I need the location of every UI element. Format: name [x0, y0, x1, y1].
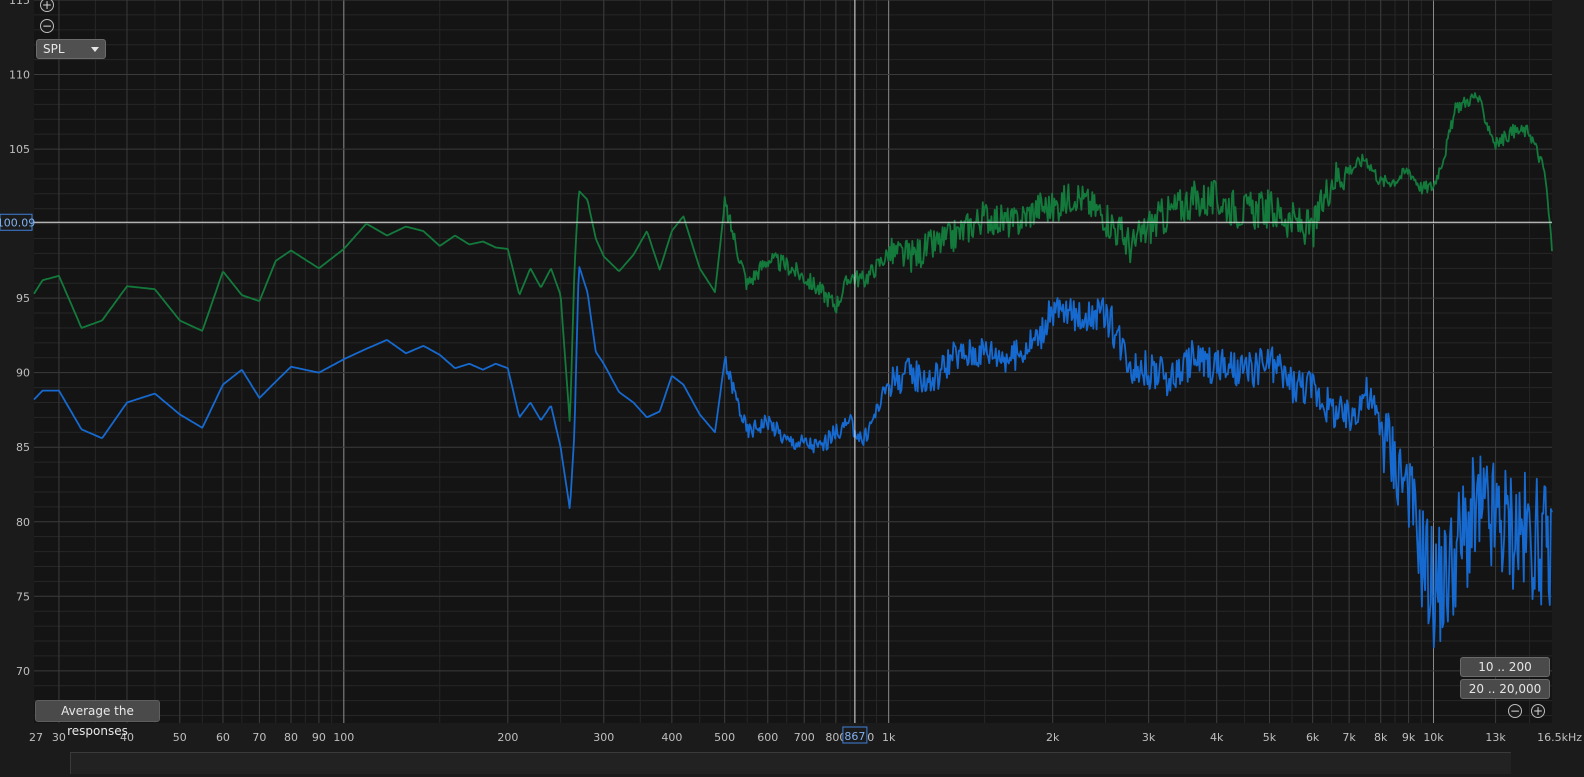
y-tick-label: 90 [16, 367, 30, 380]
x-zoom-in-icon[interactable]: + [1531, 704, 1545, 718]
x-tick-label: 2k [1046, 731, 1060, 744]
range-20-20000-button[interactable]: 20 .. 20,000 [1460, 679, 1550, 699]
y-tick-label: 70 [16, 665, 30, 678]
y-tick-label: 110 [9, 69, 30, 82]
x-tick-label: 200 [497, 731, 518, 744]
x-tick-label: 3k [1142, 731, 1156, 744]
x-tick-label: 300 [593, 731, 614, 744]
x-tick-label: 400 [661, 731, 682, 744]
x-tick-label: 27 [29, 731, 43, 744]
y-tick-label: 105 [9, 143, 30, 156]
average-responses-button[interactable]: Average the responses [35, 700, 160, 738]
x-tick-label: 90 [312, 731, 326, 744]
y-tick-label: 85 [16, 441, 30, 454]
x-tick-label: 9k [1402, 731, 1416, 744]
y-tick-label: 115 [9, 0, 30, 7]
x-tick-label: 100 [333, 731, 354, 744]
x-tick-label: 6k [1306, 731, 1320, 744]
x-tick-label: 8k [1374, 731, 1388, 744]
plot-area [34, 0, 1552, 723]
x-tick-label: 7k [1342, 731, 1356, 744]
x-tick-label: 50 [173, 731, 187, 744]
spl-chart[interactable]: 7075808590951001051101152730405060708090… [0, 0, 1584, 773]
y-tick-label: 95 [16, 292, 30, 305]
range-10-200-button[interactable]: 10 .. 200 [1460, 657, 1550, 677]
cursor-x-label: 867 [844, 730, 865, 743]
zoom-out-icon[interactable]: − [40, 19, 54, 33]
x-tick-label: 30 [52, 731, 66, 744]
x-tick-label: 600 [757, 731, 778, 744]
x-tick-label: 13k [1485, 731, 1506, 744]
cursor-y-label: 100.09 [0, 216, 35, 229]
x-tick-label: 5k [1263, 731, 1277, 744]
x-tick-label: 80 [284, 731, 298, 744]
measurement-type-select[interactable]: SPL [36, 39, 106, 59]
x-zoom-out-icon[interactable]: − [1508, 704, 1522, 718]
x-tick-label: 500 [714, 731, 735, 744]
x-tick-label: 4k [1210, 731, 1224, 744]
measurement-type-value: SPL [43, 42, 65, 56]
x-tick-label: 10k [1423, 731, 1444, 744]
chevron-down-icon [91, 47, 99, 52]
chart-svg[interactable]: 7075808590951001051101152730405060708090… [0, 0, 1584, 773]
y-tick-label: 80 [16, 516, 30, 529]
x-tick-label: 700 [794, 731, 815, 744]
x-tick-label: 70 [252, 731, 266, 744]
x-tick-label: 60 [216, 731, 230, 744]
legend-bar [70, 752, 1511, 774]
zoom-in-icon[interactable]: + [40, 0, 54, 12]
x-tick-label: 16.5kHz [1537, 731, 1582, 744]
x-tick-label: 1k [882, 731, 896, 744]
y-tick-label: 75 [16, 590, 30, 603]
